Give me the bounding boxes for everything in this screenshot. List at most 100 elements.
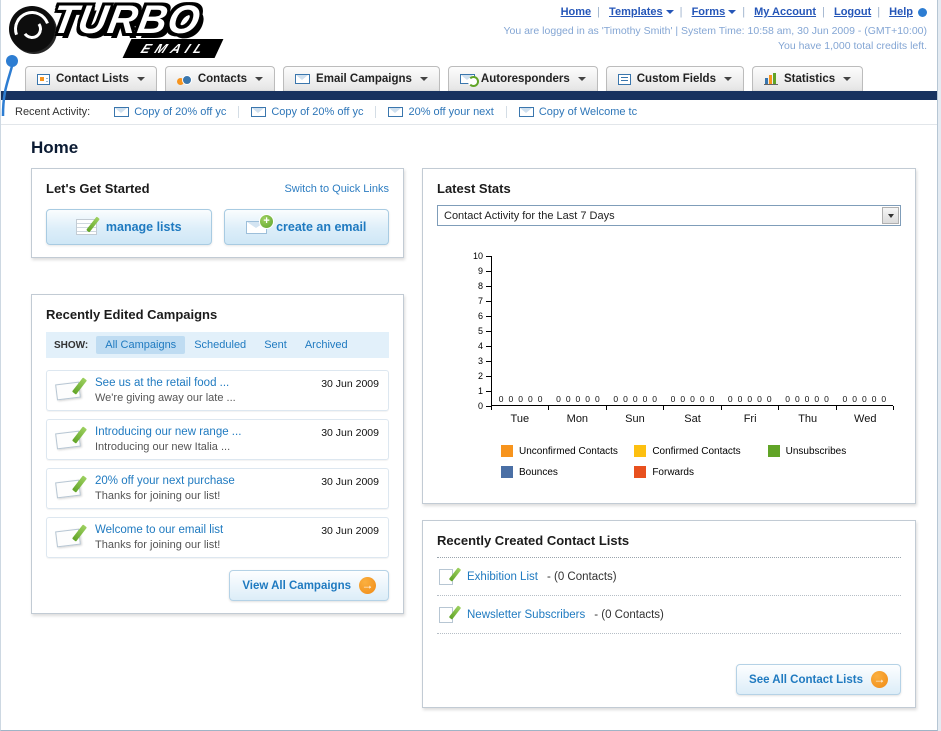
tab-autoresponders[interactable]: Autoresponders xyxy=(447,66,598,91)
legend-swatch-icon xyxy=(634,466,647,478)
chart-value-label: 0 xyxy=(842,394,848,404)
chart-value-label: 0 xyxy=(737,394,743,404)
page-title: Home xyxy=(31,138,79,157)
chart-value-label: 0 xyxy=(804,394,810,404)
content: Let's Get Started Switch to Quick Links … xyxy=(1,168,937,730)
nav-my-account-link[interactable]: My Account xyxy=(754,6,816,18)
switch-quick-links-link[interactable]: Switch to Quick Links xyxy=(284,183,389,195)
legend-label: Bounces xyxy=(519,466,558,478)
autoresponders-icon xyxy=(459,74,479,87)
chart-value-label: 0 xyxy=(518,394,523,404)
tab-label: Custom Fields xyxy=(636,73,716,85)
envelope-pencil-icon xyxy=(56,377,86,401)
login-info: You are logged in as 'Timothy Smith' | S… xyxy=(503,25,927,37)
chart-value-label: 0 xyxy=(727,394,733,404)
x-axis-tick xyxy=(835,406,894,410)
chart-value-label: 0 xyxy=(814,394,820,404)
chart-value-label: 0 xyxy=(565,394,571,404)
view-all-campaigns-button[interactable]: View All Campaigns → xyxy=(229,570,389,601)
recent-contact-lists-panel: Recently Created Contact Lists Exhibitio… xyxy=(422,520,916,708)
envelope-plus-icon xyxy=(246,213,275,234)
y-axis-label: 3 xyxy=(477,356,483,366)
tab-label: Contacts xyxy=(197,73,248,85)
nav-help-link[interactable]: Help xyxy=(889,6,913,18)
chart-value-label: 0 xyxy=(861,394,867,404)
page: TURBO EMAIL Home Templates Forms My Acco… xyxy=(0,0,938,731)
chart-value-label: 0 xyxy=(632,394,638,404)
create-email-button[interactable]: create an email xyxy=(223,209,389,245)
filter-archived[interactable]: Archived xyxy=(296,336,357,354)
x-axis-label: Tue xyxy=(510,413,530,425)
y-axis-label: 7 xyxy=(477,296,483,306)
filter-all-campaigns[interactable]: All Campaigns xyxy=(96,336,186,354)
campaign-row: Welcome to our email list Thanks for joi… xyxy=(46,517,389,558)
campaign-row: 20% off your next purchase Thanks for jo… xyxy=(46,468,389,509)
nav-logout-link[interactable]: Logout xyxy=(834,6,871,18)
see-all-contact-lists-button[interactable]: See All Contact Lists → xyxy=(736,664,901,695)
legend-item: Unsubscribes xyxy=(767,445,901,457)
chart-value-label: 0 xyxy=(794,394,800,404)
right-column: Latest Stats Contact Activity for the La… xyxy=(422,168,916,708)
chart-value-labels: 00000 xyxy=(607,394,664,404)
filter-sent[interactable]: Sent xyxy=(255,336,296,354)
contact-list-count: - (0 Contacts) xyxy=(594,608,664,621)
contact-list-link[interactable]: Newsletter Subscribers xyxy=(467,609,585,621)
nav-forms-link[interactable]: Forms xyxy=(692,6,726,18)
campaign-title-link[interactable]: See us at the retail food ... xyxy=(95,377,313,389)
chart-value-label: 0 xyxy=(871,394,877,404)
tab-custom-fields[interactable]: Custom Fields xyxy=(605,66,744,91)
campaign-title-link[interactable]: Introducing our new range ... xyxy=(95,426,313,438)
nav-home-link[interactable]: Home xyxy=(561,6,592,18)
tab-email-campaigns[interactable]: Email Campaigns xyxy=(283,66,440,91)
tab-contacts[interactable]: Contacts xyxy=(164,66,276,91)
chart-value-label: 0 xyxy=(747,394,753,404)
nav-templates-link[interactable]: Templates xyxy=(609,6,663,18)
stats-range-select[interactable]: Contact Activity for the Last 7 Days xyxy=(437,205,901,226)
recent-campaigns-panel: Recently Edited Campaigns SHOW: All Camp… xyxy=(31,294,404,614)
filter-scheduled[interactable]: Scheduled xyxy=(185,336,255,354)
tab-label: Statistics xyxy=(783,73,836,85)
chart-group: 00000 xyxy=(492,256,549,405)
chart-value-label: 0 xyxy=(613,394,619,404)
legend-swatch-icon xyxy=(501,445,513,457)
chart-value-labels: 00000 xyxy=(492,394,549,404)
tab-label: Email Campaigns xyxy=(316,73,412,85)
recent-activity-item[interactable]: Copy of 20% off yc xyxy=(102,106,240,118)
legend-item: Forwards xyxy=(634,466,767,478)
email-campaigns-icon xyxy=(295,74,311,84)
contact-lists-icon xyxy=(37,73,50,85)
recent-activity-item[interactable]: Copy of Welcome tc xyxy=(507,106,649,118)
chart-y-axis: 10 9 8 7 6 5 4 3 2 1 0 xyxy=(461,251,491,411)
chart-value-labels: 00000 xyxy=(664,394,721,404)
manage-lists-button[interactable]: manage lists xyxy=(46,209,212,245)
contacts-icon xyxy=(176,74,192,85)
view-all-campaigns-label: View All Campaigns xyxy=(242,579,351,592)
y-axis-label: 2 xyxy=(477,371,483,381)
y-axis-tick xyxy=(486,406,491,407)
y-axis-label: 8 xyxy=(477,281,483,291)
chevron-down-icon xyxy=(136,77,145,81)
chart-value-label: 0 xyxy=(537,394,543,404)
campaign-date: 30 Jun 2009 xyxy=(321,378,379,390)
recent-activity-item[interactable]: Copy of 20% off yc xyxy=(239,106,377,118)
recent-activity-item-label: Copy of 20% off yc xyxy=(271,106,364,118)
logo-subtitle: EMAIL xyxy=(122,39,224,58)
tab-label: Autoresponders xyxy=(480,73,570,85)
chevron-down-icon xyxy=(419,77,428,81)
chart-value-label: 0 xyxy=(575,394,581,404)
pencil-list-icon xyxy=(75,219,97,235)
tab-contact-lists[interactable]: Contact Lists xyxy=(25,66,157,91)
contact-list-link[interactable]: Exhibition List xyxy=(467,571,538,583)
campaign-title-link[interactable]: Welcome to our email list xyxy=(95,524,313,536)
chart-value-labels: 00000 xyxy=(549,394,606,404)
chart-value-label: 0 xyxy=(652,394,658,404)
campaign-title-link[interactable]: 20% off your next purchase xyxy=(95,475,313,487)
x-axis-tick xyxy=(491,406,548,410)
arrow-right-icon: → xyxy=(359,577,376,594)
logo-title: TURBO xyxy=(49,0,205,42)
tab-statistics[interactable]: Statistics xyxy=(751,66,864,91)
contact-list-row: Newsletter Subscribers - (0 Contacts) xyxy=(437,596,901,634)
recent-activity-item[interactable]: 20% off your next xyxy=(376,106,507,118)
envelope-pencil-icon xyxy=(56,426,86,450)
legend-label: Unsubscribes xyxy=(785,445,847,457)
